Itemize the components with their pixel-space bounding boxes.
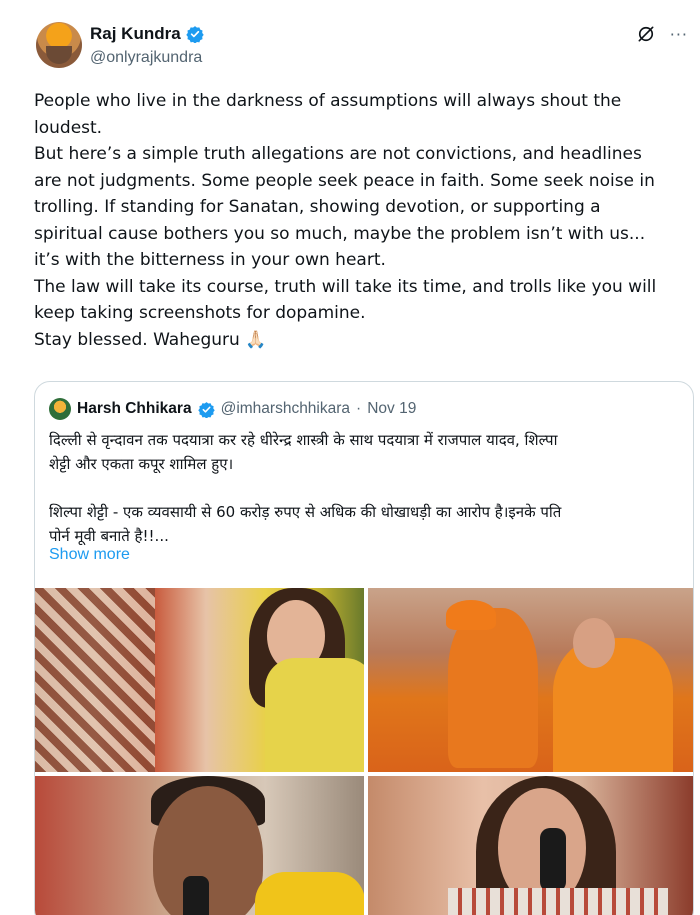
quoted-tweet[interactable]: Harsh Chhikara @imharshchhikara · Nov 19… [34,381,694,915]
media-photo-4[interactable] [368,776,693,915]
quoted-text-line: शेट्टी और एकता कपूर शामिल हुए। [49,455,234,473]
separator-dot: · [356,400,362,417]
author-name[interactable]: Raj Kundra [90,24,181,44]
tweet-text: People who live in the darkness of assum… [34,88,684,353]
tweet-text-line: Stay blessed. Waheguru 🙏🏻 [34,329,267,350]
media-grid [35,588,693,915]
tweet-text-line: keep taking screenshots for dopamine. [34,303,366,323]
media-photo-2[interactable] [368,588,693,772]
quoted-text-line: शिल्पा शेट्टी - एक व्यवसायी से 60 करोड़ … [49,503,562,521]
tweet-text-line: spiritual cause bothers you so much, may… [34,223,646,244]
tweet-text-line: are not judgments. Some people seek peac… [34,170,655,191]
tweet-text-line: trolling. If standing for Sanatan, showi… [34,197,601,217]
quoted-tweet-header: Harsh Chhikara @imharshchhikara · Nov 19 [49,398,416,420]
grok-icon[interactable] [636,24,656,44]
quoted-text-line: दिल्ली से वृन्दावन तक पदयात्रा कर रहे धी… [49,431,558,449]
verified-badge-icon [185,26,204,43]
media-photo-1[interactable] [35,588,364,772]
quoted-author-handle: @imharshchhikara [220,400,351,417]
tweet-header: Raj Kundra @onlyrajkundra ··· [28,18,688,78]
more-icon[interactable]: ··· [670,25,688,44]
quoted-tweet-text: दिल्ली से वृन्दावन तक पदयात्रा कर रहे धी… [49,428,689,548]
tweet-text-line: The law will take its course, truth will… [34,276,657,297]
media-photo-3[interactable] [35,776,364,915]
tweet-text-line: loudest. [34,117,103,138]
quoted-text-line: पोर्न मूवी बनाते है!!... [49,527,169,545]
quoted-date: Nov 19 [367,400,417,417]
tweet-text-line: But here’s a simple truth allegations ar… [34,144,642,164]
quoted-author-name: Harsh Chhikara [77,400,192,417]
tweet-text-line: it’s with the bitterness in your own hea… [34,250,386,270]
avatar[interactable] [36,22,82,68]
author-name-row[interactable]: Raj Kundra [90,24,204,44]
verified-badge-icon [197,401,215,418]
author-handle[interactable]: @onlyrajkundra [90,49,202,67]
tweet-actions: ··· [636,24,688,44]
show-more-link[interactable]: Show more [49,546,130,564]
tweet-text-line: People who live in the darkness of assum… [34,91,622,111]
avatar-photo [46,46,72,64]
quoted-avatar [49,398,71,420]
